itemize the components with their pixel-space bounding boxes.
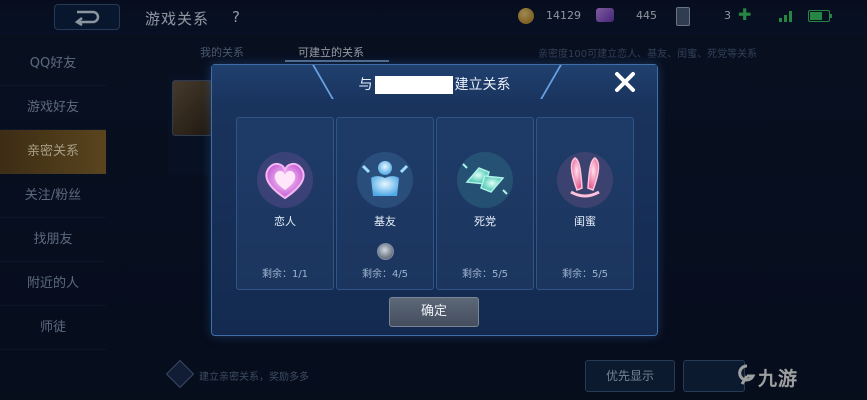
fist-bump-icon (457, 152, 513, 208)
dialog-title: 与 建立关系 (212, 74, 657, 94)
establish-relation-dialog: 与 建立关系 恋人 剩余：1/1 基友 剩余：4/5 死党 剩余：5/5 闺蜜 剩… (211, 64, 658, 336)
relation-name: 闺蜜 (574, 215, 596, 228)
avatar (377, 243, 394, 260)
relation-name: 恋人 (274, 215, 296, 228)
relation-remaining: 剩余：4/5 (361, 269, 409, 280)
heart-icon (257, 152, 313, 208)
close-icon[interactable] (614, 71, 636, 93)
buddy-icon (357, 152, 413, 208)
relation-card-best-friend[interactable]: 死党 剩余：5/5 (436, 117, 534, 290)
dialog-title-prefix: 与 (358, 77, 373, 93)
relation-remaining: 剩余：1/1 (261, 269, 309, 280)
relation-card-lover[interactable]: 恋人 剩余：1/1 (236, 117, 334, 290)
relation-remaining: 剩余：5/5 (461, 269, 509, 280)
dialog-header: 与 建立关系 (212, 65, 657, 99)
relation-name: 基友 (374, 215, 396, 228)
bunny-ears-icon (557, 152, 613, 208)
relation-card-buddy[interactable]: 基友 剩余：4/5 (336, 117, 434, 290)
relation-remaining: 剩余：5/5 (561, 269, 609, 280)
confirm-button[interactable]: 确定 (389, 297, 479, 327)
relation-name: 死党 (474, 215, 496, 228)
dialog-title-suffix: 建立关系 (454, 77, 511, 93)
relation-card-bff[interactable]: 闺蜜 剩余：5/5 (536, 117, 634, 290)
redacted-username (374, 76, 453, 94)
